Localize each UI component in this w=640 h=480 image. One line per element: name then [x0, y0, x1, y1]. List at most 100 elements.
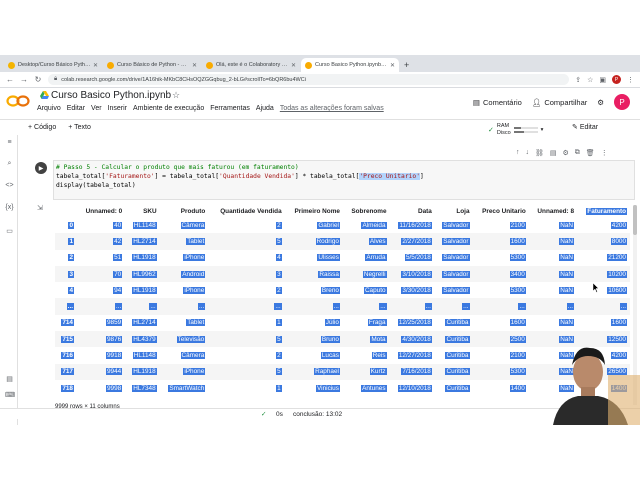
cell-text: Breno: [320, 286, 340, 294]
command-palette-icon[interactable]: ⌨: [5, 391, 15, 400]
menu-arquivo[interactable]: Arquivo: [37, 105, 61, 112]
new-tab-icon[interactable]: +: [404, 60, 409, 70]
omnibox[interactable]: 🔒︎ colab.research.google.com/drive/1A16h…: [48, 74, 570, 85]
menu-ajuda[interactable]: Ajuda: [256, 105, 274, 112]
cell-text: 3/10/2018: [401, 270, 432, 278]
browser-tab-4-active[interactable]: Curso Basico Python.ipynb - Cola ✕: [301, 58, 399, 72]
cell-text: 9998: [106, 384, 123, 392]
share-icon[interactable]: ⇪: [575, 76, 581, 84]
notebook-title[interactable]: Curso Basico Python.ipynb: [51, 90, 171, 101]
menu-inserir[interactable]: Inserir: [108, 105, 127, 112]
browser-tab-3[interactable]: Olá, este é o Colaboratory - Cola ✕: [202, 58, 300, 72]
cell-text: 12/10/2018: [397, 384, 432, 392]
cell-text: Salvador: [442, 254, 470, 262]
column-header: Preco Unitario: [482, 207, 526, 215]
search-icon[interactable]: ⌕: [5, 159, 14, 168]
resources-indicator[interactable]: ✓ RAM Disco ▾: [488, 123, 543, 136]
cell-text: ...: [197, 303, 206, 311]
table-cell: Câmera: [160, 347, 209, 363]
cell-text: iPhone: [183, 254, 206, 262]
cell-text: Câmera: [180, 221, 206, 229]
close-icon[interactable]: ✕: [93, 62, 98, 69]
cell-text: Negrelli: [362, 270, 387, 278]
check-icon: ✓: [261, 411, 267, 418]
cell-text: 3/30/2018: [401, 286, 432, 294]
move-down-icon[interactable]: ↓: [526, 149, 530, 157]
table-row: 718 9998 HL7348 SmartWatch 1 Vinicius Antunes 1…: [55, 380, 630, 396]
mirror-icon[interactable]: ⧉: [575, 149, 580, 157]
move-up-icon[interactable]: ↑: [516, 149, 520, 157]
folder-icon[interactable]: ▭: [5, 227, 14, 236]
variables-icon[interactable]: {x}: [5, 203, 14, 212]
table-cell: Ulisses: [285, 250, 343, 266]
comment-button[interactable]: ▤ Comentário: [473, 98, 522, 107]
column-header: Produto: [180, 207, 206, 215]
tab-label: Olá, este é o Colaboratory - Cola: [216, 62, 289, 68]
cell-text: Tablet: [186, 237, 206, 245]
link-icon[interactable]: ⛓: [535, 149, 544, 157]
colab-logo-icon[interactable]: [6, 95, 30, 107]
table-cell: 2: [208, 217, 284, 233]
pencil-icon: ✎: [572, 124, 580, 131]
cell-text: 70: [113, 270, 123, 278]
star-icon[interactable]: ☆: [172, 90, 180, 101]
table-cell: Arruda: [343, 250, 390, 266]
add-code-button[interactable]: + Código: [28, 124, 56, 131]
edit-button[interactable]: ✎ Editar: [572, 123, 598, 131]
output-icon[interactable]: ⇲: [37, 204, 43, 212]
table-row: 3 70 HL9962 Android 3 Raissa Negrelli 3/10/2018…: [55, 265, 630, 283]
cell-text: iPhone: [183, 368, 206, 376]
back-icon[interactable]: ←: [6, 75, 14, 84]
reload-icon[interactable]: ↻: [34, 75, 42, 84]
table-cell: NaN: [529, 282, 577, 298]
save-status[interactable]: Todas as alterações foram salvas: [280, 105, 384, 112]
close-icon[interactable]: ✕: [390, 62, 395, 69]
cell-text: 2: [68, 254, 74, 262]
column-header: Quantidade Vendida: [220, 207, 282, 215]
table-cell: ...: [528, 298, 577, 315]
menu-bar: Arquivo Editar Ver Inserir Ambiente de e…: [37, 105, 384, 112]
row-index: ...: [55, 298, 77, 315]
menu-icon[interactable]: ≡: [5, 138, 14, 147]
menu-ver[interactable]: Ver: [91, 105, 102, 112]
table-cell: 9998: [77, 380, 125, 396]
table-cell: 42: [77, 233, 126, 250]
star-icon[interactable]: ☆: [587, 76, 593, 84]
browser-tab-1[interactable]: Desktop/Curso Básico Python/ ✕: [4, 58, 102, 72]
cell-text: ...: [379, 303, 387, 311]
run-cell-button[interactable]: ▶: [35, 162, 47, 174]
extensions-icon[interactable]: ▣: [599, 76, 606, 84]
cell-text: Kurtz: [369, 368, 387, 376]
settings-icon[interactable]: ⚙: [563, 149, 569, 157]
close-icon[interactable]: ✕: [192, 62, 197, 69]
forward-icon[interactable]: →: [20, 75, 28, 84]
share-button[interactable]: 👤︎ Compartilhar: [532, 98, 587, 107]
table-cell: Breno: [285, 282, 343, 298]
cell-text: Almeida: [361, 221, 387, 229]
table-cell: Salvador: [435, 282, 473, 298]
cell-text: 4/30/2018: [401, 335, 432, 343]
more-icon[interactable]: ⋮: [601, 149, 608, 157]
snippets-icon[interactable]: ▤: [5, 375, 14, 384]
table-cell: Reis: [343, 347, 390, 363]
delete-icon[interactable]: 🗑︎: [586, 149, 595, 157]
profile-icon[interactable]: P: [612, 75, 621, 84]
table-cell: 12/10/2018: [390, 380, 435, 396]
menu-editar[interactable]: Editar: [67, 105, 85, 112]
code-cell[interactable]: # Passo 5 - Calcular o produto que mais …: [53, 160, 635, 200]
comment-icon[interactable]: ▤: [550, 149, 557, 157]
browser-tab-2[interactable]: Curso Básico de Python - Google ✕: [103, 58, 201, 72]
avatar[interactable]: P: [614, 94, 630, 110]
cell-text: Mota: [370, 335, 387, 343]
settings-icon[interactable]: ⚙: [597, 98, 604, 107]
table-cell: HL7348: [125, 380, 159, 396]
menu-icon[interactable]: ⋮: [627, 76, 634, 84]
table-cell: 51: [77, 250, 125, 266]
close-icon[interactable]: ✕: [291, 62, 296, 69]
code-line-display: display(tabela_total): [56, 182, 136, 189]
menu-ambiente[interactable]: Ambiente de execução: [133, 105, 204, 112]
column-header: Sobrenome: [351, 207, 387, 215]
add-text-button[interactable]: + Texto: [68, 124, 91, 131]
code-icon[interactable]: <>: [5, 181, 14, 190]
menu-ferramentas[interactable]: Ferramentas: [210, 105, 250, 112]
